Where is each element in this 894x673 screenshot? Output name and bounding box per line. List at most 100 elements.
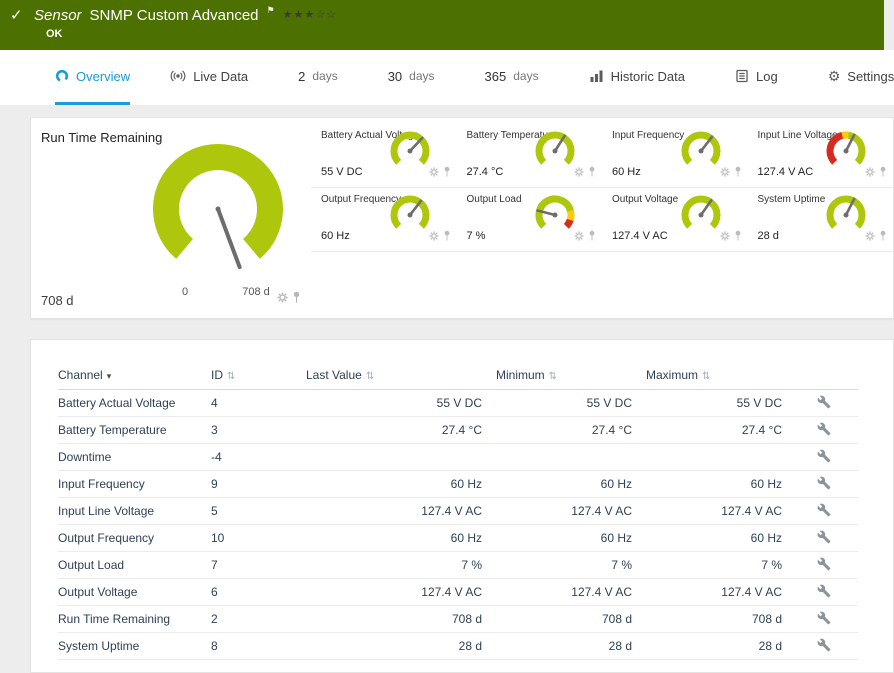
gear-icon[interactable]: [574, 164, 584, 182]
pin-icon[interactable]: [292, 290, 301, 308]
channel-name[interactable]: Input Frequency: [58, 477, 211, 491]
gear-icon[interactable]: [719, 164, 730, 182]
gear-icon[interactable]: [428, 228, 439, 246]
channel-maximum: 27.4 °C: [741, 423, 782, 437]
channel-settings-button[interactable]: [817, 584, 831, 598]
pin-icon[interactable]: [588, 228, 596, 246]
gear-icon[interactable]: [277, 290, 288, 308]
status-check-icon: ✓: [10, 7, 23, 24]
tab-live-data[interactable]: Live Data: [170, 50, 248, 105]
channel-settings-button[interactable]: [817, 422, 831, 436]
channel-settings-button[interactable]: [817, 557, 831, 571]
table-header-row: Channel ▾ ID ⇅ Last Value ⇅ Minimum ⇅ Maximu…: [58, 360, 858, 390]
channel-name[interactable]: Input Line Voltage: [58, 504, 211, 518]
channel-maximum: 60 Hz: [750, 477, 782, 491]
main-gauge-value: 708 d: [41, 293, 74, 308]
column-header-last-value[interactable]: Last Value ⇅: [306, 368, 496, 382]
column-header-id[interactable]: ID ⇅: [211, 368, 306, 382]
small-gauge-cell: Input Line Voltage 127.4 V AC: [747, 124, 893, 188]
channel-maximum: 127.4 V AC: [721, 585, 782, 599]
tab-settings[interactable]: ⚙ Settings: [828, 50, 894, 105]
small-gauges-grid: Battery Actual Voltage 55 V DC Battery T…: [311, 118, 893, 318]
small-gauge-cell: Battery Temperature 27.4 °C: [456, 124, 602, 188]
object-kind-label: Sensor: [34, 6, 82, 24]
tab-bar: Overview Live Data 2 days 30 days 365 da…: [0, 50, 894, 105]
column-header-minimum[interactable]: Minimum ⇅: [496, 368, 646, 382]
channel-settings-button[interactable]: [817, 476, 831, 490]
channel-last-value: 27.4 °C: [441, 423, 482, 437]
small-gauge-cell: Battery Actual Voltage 55 V DC: [311, 124, 457, 188]
channel-name[interactable]: Battery Actual Voltage: [58, 396, 211, 410]
sensor-title: SNMP Custom Advanced: [89, 6, 259, 24]
channel-name[interactable]: Run Time Remaining: [58, 612, 211, 626]
tab-overview-label: Overview: [76, 68, 131, 84]
live-data-icon: [170, 69, 186, 83]
sort-icon: ⇅: [702, 370, 711, 382]
channel-name[interactable]: Battery Temperature: [58, 423, 211, 437]
pin-icon[interactable]: [734, 164, 742, 182]
pin-icon[interactable]: [443, 228, 451, 246]
pin-icon[interactable]: [879, 164, 887, 182]
channel-table-panel: Channel ▾ ID ⇅ Last Value ⇅ Minimum ⇅ Maximu…: [30, 339, 894, 673]
channel-name[interactable]: System Uptime: [58, 639, 211, 653]
pin-icon[interactable]: [734, 228, 742, 246]
channel-settings-button[interactable]: [817, 530, 831, 544]
tab-30-days[interactable]: 30 days: [388, 50, 435, 105]
small-gauge-dial: [387, 192, 433, 243]
gear-icon[interactable]: [428, 164, 439, 182]
channel-maximum: 55 V DC: [736, 396, 782, 410]
channel-last-value: 55 V DC: [436, 396, 482, 410]
channel-name[interactable]: Output Frequency: [58, 531, 211, 545]
channel-id: 2: [211, 612, 218, 626]
channel-maximum: 708 d: [751, 612, 782, 626]
small-gauge-dial: [678, 128, 724, 179]
channel-settings-button[interactable]: [817, 503, 831, 517]
channel-name[interactable]: Downtime: [58, 450, 211, 464]
channel-name[interactable]: Output Voltage: [58, 585, 211, 599]
channel-minimum: 60 Hz: [600, 531, 632, 545]
small-gauge-value: 27.4 °C: [466, 166, 504, 178]
gear-icon[interactable]: [865, 228, 875, 246]
channel-settings-button[interactable]: [817, 611, 831, 625]
tab-2-days[interactable]: 2 days: [298, 50, 338, 105]
column-header-maximum[interactable]: Maximum ⇅: [646, 368, 796, 382]
historic-data-icon: [589, 69, 604, 83]
channel-last-value: 60 Hz: [450, 531, 482, 545]
pin-icon[interactable]: [879, 228, 887, 246]
settings-gear-icon: ⚙: [827, 67, 841, 84]
main-gauge-dial: [143, 134, 293, 289]
channel-id: -4: [211, 450, 222, 464]
tab-log[interactable]: Log: [735, 50, 778, 105]
column-header-channel[interactable]: Channel ▾: [58, 368, 211, 382]
channel-settings-button[interactable]: [817, 395, 831, 409]
small-gauge-value: 55 V DC: [321, 166, 363, 178]
table-row: System Uptime 8 28 d 28 d 28 d: [58, 633, 858, 660]
small-gauge-cell: Output Load 7 %: [456, 188, 602, 252]
channel-minimum: 55 V DC: [586, 396, 632, 410]
table-row: Output Frequency 10 60 Hz 60 Hz 60 Hz: [58, 525, 858, 552]
channel-id: 8: [211, 639, 218, 653]
tab-log-label: Log: [756, 68, 778, 84]
channel-table: Channel ▾ ID ⇅ Last Value ⇅ Minimum ⇅ Maximu…: [58, 360, 858, 660]
small-gauge-value: 127.4 V AC: [757, 166, 814, 178]
small-gauge-dial: [532, 128, 578, 179]
gear-icon[interactable]: [719, 228, 730, 246]
gear-icon[interactable]: [574, 228, 584, 246]
tab-365-days[interactable]: 365 days: [485, 50, 539, 105]
gear-icon[interactable]: [865, 164, 875, 182]
sensor-header: ✓ Sensor SNMP Custom Advanced ⚑ ★★★☆☆ OK: [0, 0, 884, 50]
priority-stars[interactable]: ★★★☆☆: [283, 8, 337, 21]
tab-overview[interactable]: Overview: [55, 50, 131, 105]
pin-icon[interactable]: [443, 164, 451, 182]
pin-icon[interactable]: [588, 164, 596, 182]
table-row: Battery Actual Voltage 4 55 V DC 55 V DC…: [58, 390, 858, 417]
channel-maximum: 60 Hz: [750, 531, 782, 545]
table-row: Input Frequency 9 60 Hz 60 Hz 60 Hz: [58, 471, 858, 498]
channel-settings-button[interactable]: [817, 638, 831, 652]
gauges-panel: Run Time Remaining 0 708 d 708 d Battery…: [30, 117, 894, 319]
channel-name[interactable]: Output Load: [58, 558, 211, 572]
table-row: Input Line Voltage 5 127.4 V AC 127.4 V …: [58, 498, 858, 525]
table-row: Output Load 7 7 % 7 % 7 %: [58, 552, 858, 579]
tab-historic-data[interactable]: Historic Data: [589, 50, 685, 105]
channel-settings-button[interactable]: [817, 449, 831, 463]
